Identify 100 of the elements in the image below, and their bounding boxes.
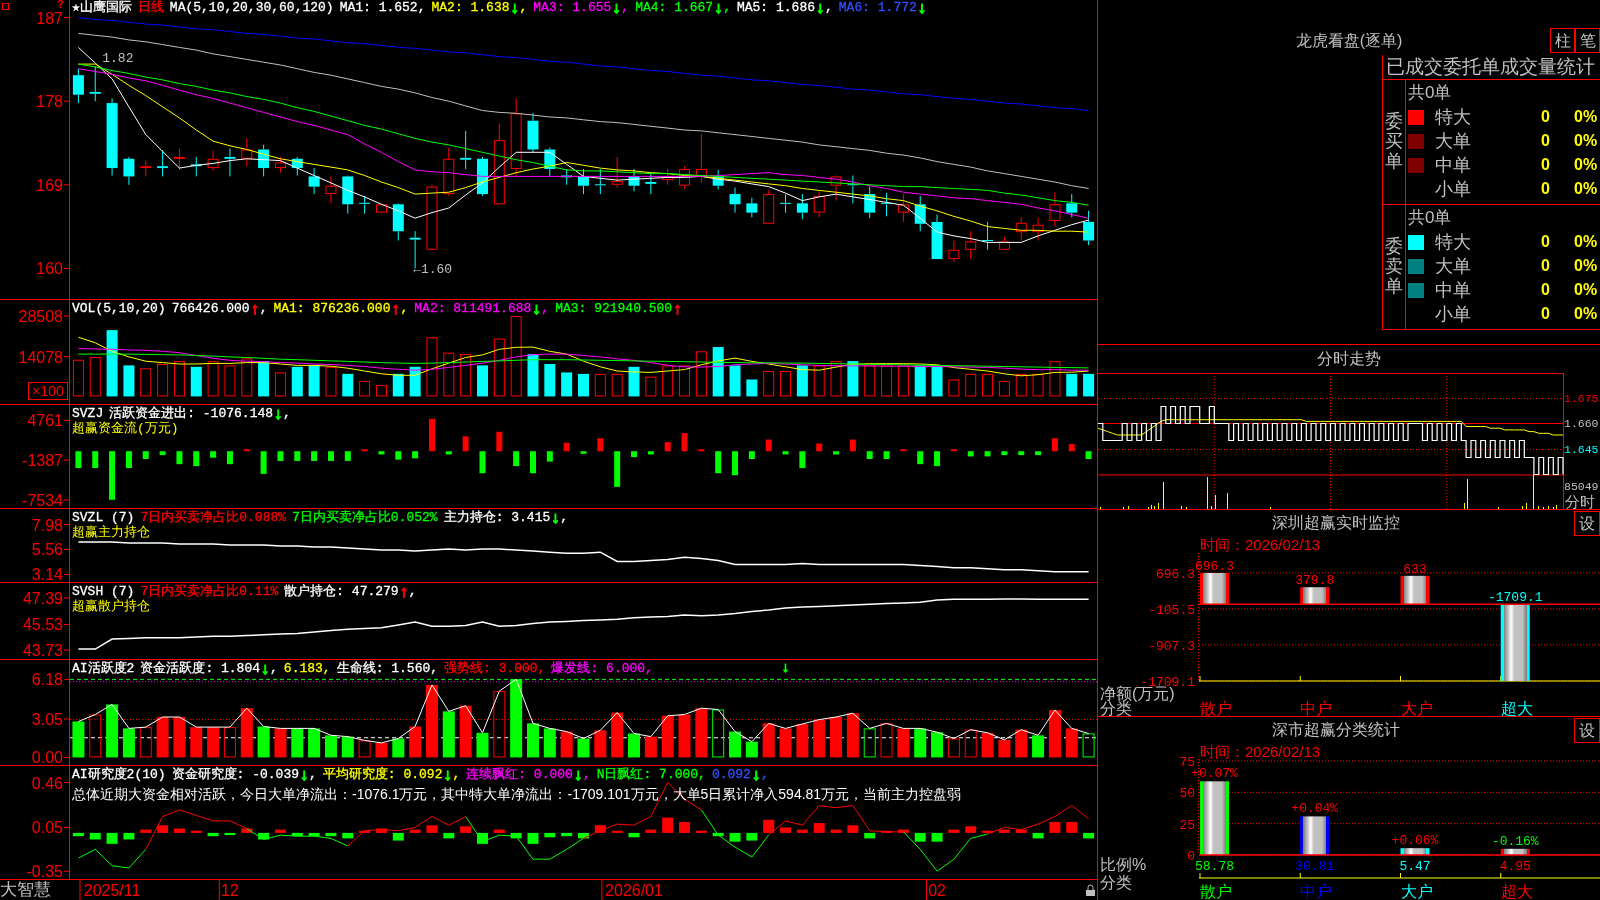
activity-bar [392, 738, 405, 758]
volume-bar [561, 372, 573, 397]
research-bar [695, 830, 707, 833]
chart-bar [1500, 848, 1530, 855]
total-count: 共0单 [1408, 207, 1452, 228]
candlestick [241, 137, 253, 167]
research-bar [982, 830, 994, 833]
legend-text: 资金研究度: -0.039↓, [171, 767, 317, 782]
indicator-subtitle: 超赢散户持仓 [72, 599, 150, 614]
data-label: 4.95 [1499, 859, 1531, 874]
candlestick [948, 240, 960, 263]
activity-bar [998, 739, 1011, 758]
activity-bar [796, 724, 809, 758]
research-bar [106, 832, 118, 844]
volume-bar [123, 365, 135, 397]
activity-bar [644, 736, 657, 758]
order-count: 0 [1541, 280, 1550, 300]
order-count: 0 [1541, 131, 1550, 151]
order-share: 0% [1574, 256, 1598, 276]
candlestick [72, 68, 84, 104]
activity-bar [762, 723, 775, 758]
research-bar [1066, 821, 1078, 833]
order-size-label: 大单 [1435, 131, 1471, 151]
candlestick [594, 168, 607, 195]
mode-button[interactable]: 柱 [1550, 28, 1575, 53]
legend-text: VOL(5,10,20) [72, 301, 166, 316]
section-title: 分时走势 [1317, 349, 1381, 369]
research-bar [308, 832, 320, 837]
legend-text: MA6: 1.772↓ [838, 0, 927, 15]
volume-bar [1066, 373, 1078, 397]
axis-title: 分类 [1100, 874, 1132, 891]
order-size-label: 小单 [1435, 304, 1471, 324]
candlestick [645, 172, 657, 195]
axis-label: 25 [1179, 817, 1195, 833]
fund-flow-bar [883, 451, 890, 459]
activity-bar [964, 729, 977, 758]
volume-bar [308, 365, 320, 397]
settings-button[interactable]: 设 [1574, 718, 1600, 743]
volume-bar [493, 338, 505, 397]
settings-button[interactable]: 设 [1574, 511, 1600, 536]
candlestick [477, 156, 488, 197]
fund-flow-bar [125, 451, 132, 469]
fund-flow-bar [782, 451, 789, 455]
candlestick [527, 112, 539, 153]
mode-button[interactable]: 笔 [1575, 28, 1600, 53]
order-size-label: 特大 [1435, 232, 1471, 252]
activity-bar [846, 713, 859, 758]
activity-bar [1015, 729, 1028, 758]
fund-flow-bar [732, 451, 739, 476]
candlestick [1083, 210, 1095, 246]
volume-bar [392, 373, 404, 397]
timestamp: 时间：2026/02/13 [1200, 742, 1321, 760]
activity-bar [813, 719, 826, 758]
legend-text: MA1: 876236.000↑, [273, 301, 409, 316]
research-bar [510, 832, 522, 839]
activity-bar [594, 730, 607, 758]
date-label: 2025/11 [83, 882, 141, 899]
activity-bar [493, 691, 506, 758]
legend-text: 强势线: 3.000, [444, 661, 546, 676]
activity-bar [207, 727, 220, 758]
activity-bar [274, 728, 287, 758]
activity-bar [358, 740, 371, 758]
candlestick [190, 156, 202, 177]
fund-flow-bar [647, 451, 654, 455]
candlestick [308, 167, 320, 195]
legend-text: MA3: 1.655↓, [533, 0, 630, 15]
activity-bar [122, 728, 135, 758]
order-size-label: 特大 [1435, 107, 1471, 127]
volume-bar [881, 365, 893, 397]
research-bar [628, 832, 640, 838]
fund-flow-bar [546, 451, 553, 462]
axis-label: 160 [36, 260, 63, 278]
research-bar [679, 821, 690, 833]
activity-bar [695, 708, 708, 758]
activity-bar [947, 738, 960, 758]
candlestick [460, 130, 472, 170]
fund-flow-bar [917, 451, 924, 465]
lock-icon [1086, 884, 1095, 896]
research-bar [157, 825, 169, 833]
activity-bar [139, 727, 152, 758]
volume-bar [359, 380, 371, 397]
legend-text: 散户持仓: 47.279↑, [284, 584, 417, 599]
volume-bar [1049, 361, 1061, 397]
candlestick [1015, 216, 1027, 241]
candlestick [1049, 191, 1061, 228]
volume-bar [190, 366, 202, 397]
volume-bar [611, 373, 623, 397]
research-bar [375, 828, 387, 833]
legend-text: 生命线: 1.560, [336, 661, 439, 676]
volume-bar [157, 363, 169, 397]
volume-bar [729, 365, 741, 397]
activity-bar [240, 708, 253, 758]
research-bar [224, 832, 236, 836]
candlestick [746, 197, 758, 218]
legend-text: MA2: 1.638↓, [431, 0, 528, 15]
axis-label: 696.3 [1156, 566, 1195, 582]
candlestick [864, 186, 876, 219]
order-share: 0% [1574, 179, 1598, 199]
activity-bar [173, 717, 186, 758]
category-label: 散户 [1200, 700, 1232, 717]
